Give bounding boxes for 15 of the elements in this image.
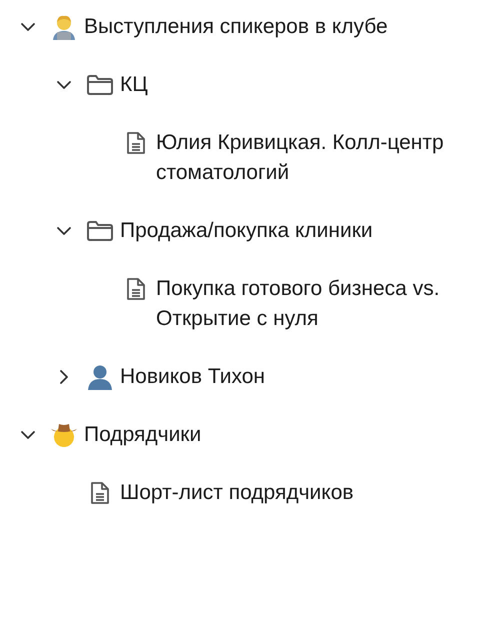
tree-item-label[interactable]: Юлия Кривицкая. Колл-центр стоматологий: [156, 128, 480, 188]
tree-item-label[interactable]: Шорт-лист подрядчиков: [120, 478, 368, 508]
document-icon: [126, 131, 146, 155]
tree-item-label[interactable]: Новиков Тихон: [120, 362, 280, 392]
folder-icon: [86, 220, 114, 242]
document-icon: [90, 481, 110, 505]
tree-item-label[interactable]: Покупка готового бизнеса vs. Открытие с нуля: [156, 274, 480, 334]
person-with-laptop-icon: [50, 13, 78, 41]
folder-icon: [86, 74, 114, 96]
tree-item-label[interactable]: Подрядчики: [84, 420, 216, 450]
person-silhouette-icon: [86, 363, 114, 391]
tree-item-label[interactable]: Выступления спикеров в клубе: [84, 12, 402, 42]
document-icon: [126, 277, 146, 301]
tree-item-label[interactable]: Продажа/покупка клиники: [120, 216, 387, 246]
tree-item-label[interactable]: КЦ: [120, 70, 162, 100]
